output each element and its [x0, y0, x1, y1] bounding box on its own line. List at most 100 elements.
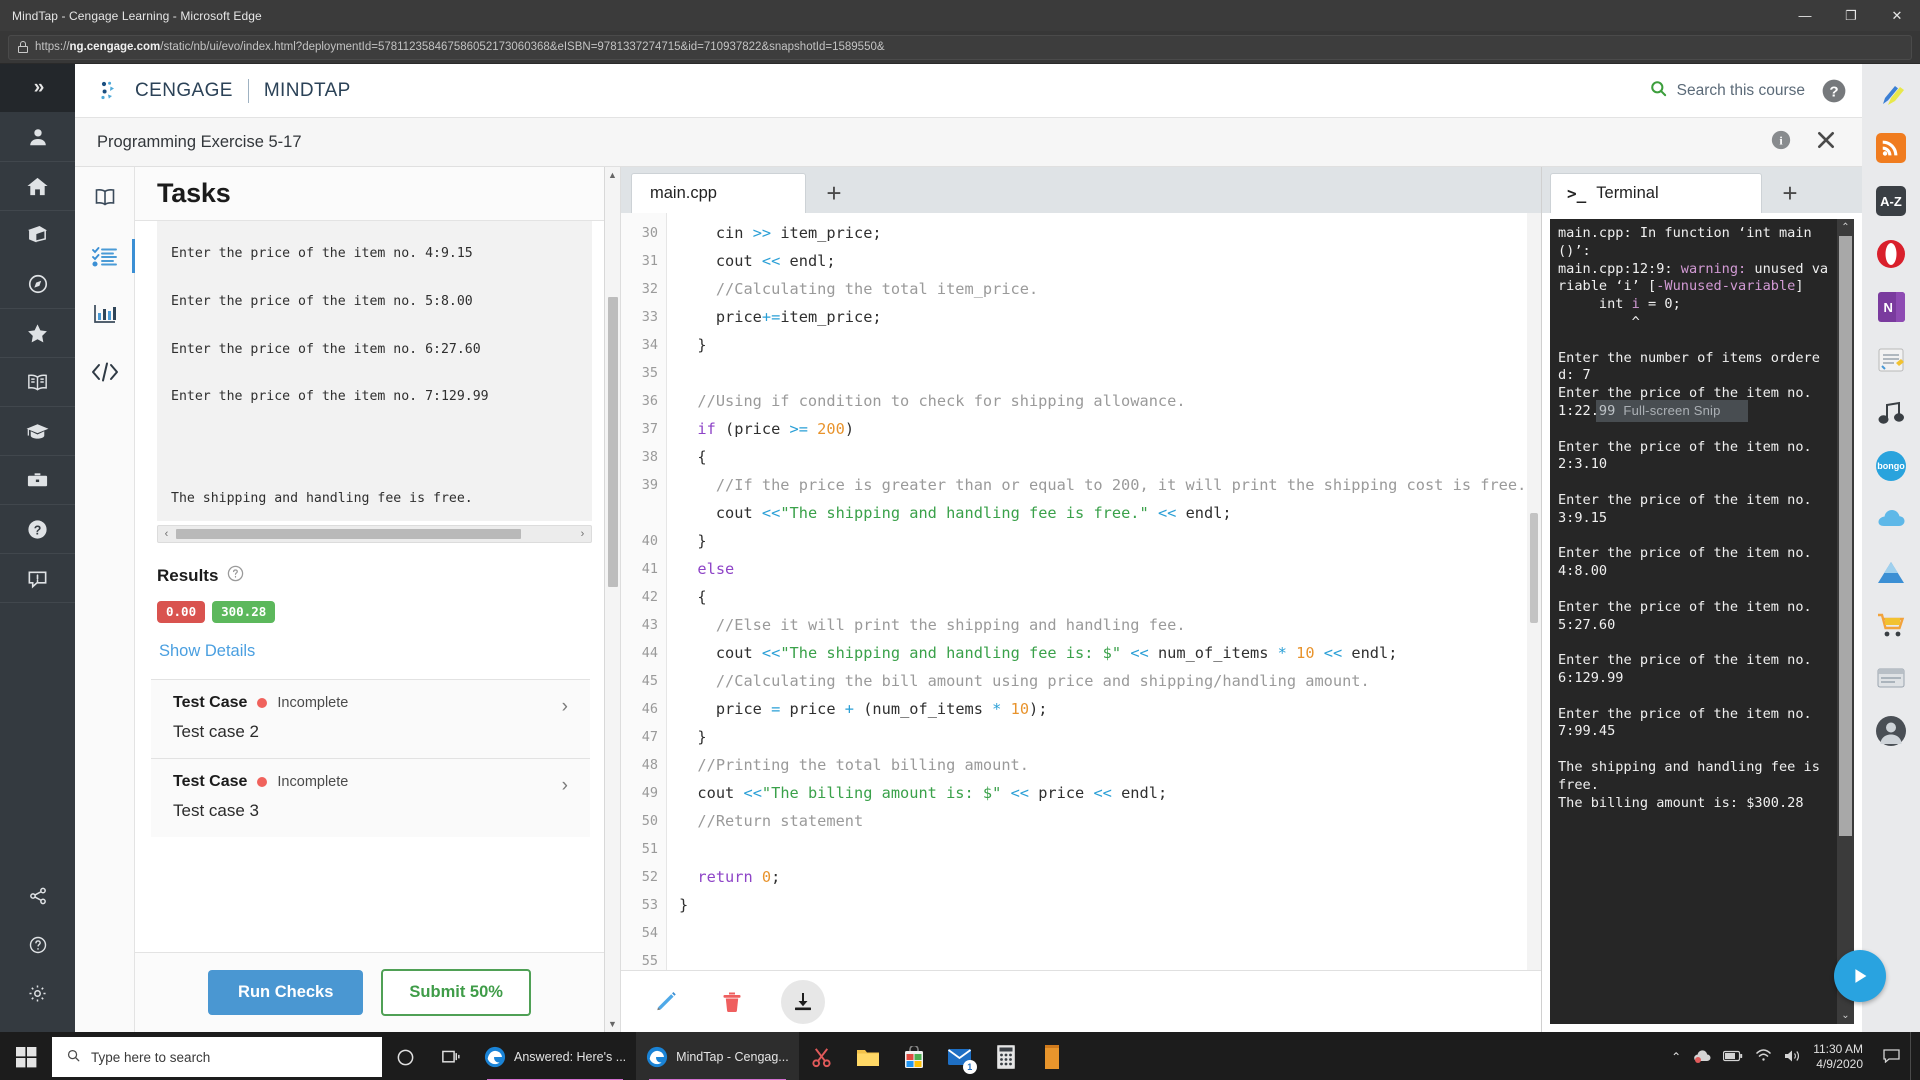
- rail-item-account[interactable]: [0, 112, 75, 161]
- scrollbar-thumb[interactable]: [176, 529, 521, 539]
- scroll-down-arrow[interactable]: ▼: [605, 1016, 621, 1032]
- strip-button-code[interactable]: [86, 355, 124, 389]
- code-line[interactable]: [679, 919, 1527, 947]
- strip-button-read[interactable]: [86, 181, 124, 215]
- code-content[interactable]: cin >> item_price; cout << endl; //Calcu…: [667, 213, 1527, 970]
- mail-icon[interactable]: 1: [937, 1032, 983, 1080]
- scroll-left-arrow[interactable]: ‹: [158, 528, 175, 540]
- terminal-tab[interactable]: >_ Terminal: [1550, 173, 1762, 213]
- code-line[interactable]: //If the price is greater than or equal …: [679, 471, 1527, 499]
- store-icon[interactable]: [891, 1032, 937, 1080]
- question-circle-icon[interactable]: [227, 565, 244, 587]
- header-help-button[interactable]: ?: [1805, 64, 1862, 118]
- rail-item-course[interactable]: [0, 210, 75, 259]
- rail-item-home[interactable]: [0, 161, 75, 210]
- code-line[interactable]: else: [679, 555, 1527, 583]
- rail-item-favorites[interactable]: [0, 308, 75, 357]
- code-line[interactable]: price = price + (num_of_items * 10);: [679, 695, 1527, 723]
- expand-nav-button[interactable]: »: [0, 64, 75, 112]
- rail-item-career[interactable]: [0, 455, 75, 504]
- console-horizontal-scrollbar[interactable]: ‹ ›: [157, 525, 592, 543]
- code-line[interactable]: price+=item_price;: [679, 303, 1527, 331]
- scroll-up-arrow[interactable]: ▲: [605, 167, 621, 183]
- rail-item-grades[interactable]: [0, 406, 75, 455]
- search-course-button[interactable]: Search this course: [1649, 79, 1805, 103]
- scrollbar-thumb[interactable]: [608, 297, 618, 587]
- onenote-icon[interactable]: N: [1870, 286, 1912, 328]
- code-line[interactable]: [679, 835, 1527, 863]
- taskbar-clock[interactable]: 11:30 AM 4/9/2020: [1813, 1042, 1871, 1072]
- maximize-button[interactable]: ❐: [1828, 0, 1874, 31]
- taskbar-search-input[interactable]: Type here to search: [52, 1037, 382, 1077]
- rail-item-share[interactable]: [0, 871, 75, 920]
- close-x-icon[interactable]: [1816, 130, 1836, 155]
- show-details-link[interactable]: Show Details: [157, 642, 604, 661]
- shopping-cart-icon[interactable]: [1870, 604, 1912, 646]
- rail-item-support[interactable]: [0, 920, 75, 969]
- code-line[interactable]: }: [679, 331, 1527, 359]
- rail-item-settings[interactable]: [0, 969, 75, 1018]
- rail-item-reader[interactable]: [0, 357, 75, 406]
- wifi-icon[interactable]: [1755, 1049, 1772, 1065]
- code-line[interactable]: cout <<"The shipping and handling fee is…: [679, 639, 1527, 667]
- code-line[interactable]: cout <<"The shipping and handling fee is…: [679, 499, 1527, 527]
- code-line[interactable]: //Else it will print the shipping and ha…: [679, 611, 1527, 639]
- add-terminal-tab-button[interactable]: +: [1762, 173, 1818, 213]
- rss-icon[interactable]: [1870, 127, 1912, 169]
- code-line[interactable]: [679, 359, 1527, 387]
- folder-icon[interactable]: [845, 1032, 891, 1080]
- download-icon[interactable]: [781, 979, 825, 1024]
- code-line[interactable]: }: [679, 723, 1527, 751]
- notepad-icon[interactable]: [1029, 1032, 1075, 1080]
- pencil-icon[interactable]: [649, 985, 683, 1019]
- terminal-output[interactable]: main.cpp: In function ‘int main()’: main…: [1550, 219, 1837, 1024]
- scroll-down-arrow[interactable]: ⌄: [1841, 1007, 1849, 1024]
- window-icon[interactable]: [1870, 657, 1912, 699]
- trash-icon[interactable]: [715, 985, 749, 1019]
- code-line[interactable]: //Return statement: [679, 807, 1527, 835]
- notification-center-icon[interactable]: [1883, 1048, 1900, 1066]
- code-line[interactable]: cout <<"The billing amount is: $" << pri…: [679, 779, 1527, 807]
- az-sort-icon[interactable]: A-Z: [1870, 180, 1912, 222]
- taskbar-app-edge-1[interactable]: Answered: Here's ...: [474, 1032, 636, 1080]
- minimize-button[interactable]: —: [1782, 0, 1828, 31]
- opera-icon[interactable]: [1870, 233, 1912, 275]
- chevron-right-icon[interactable]: ›: [562, 696, 568, 718]
- strip-button-progress[interactable]: [86, 297, 124, 331]
- close-window-button[interactable]: ✕: [1874, 0, 1920, 31]
- code-line[interactable]: //Printing the total billing amount.: [679, 751, 1527, 779]
- info-circle-icon[interactable]: i: [1770, 129, 1792, 156]
- scroll-up-arrow[interactable]: ⌃: [1841, 219, 1849, 236]
- code-line[interactable]: //Using if condition to check for shippi…: [679, 387, 1527, 415]
- editor-vertical-scrollbar[interactable]: [1527, 213, 1541, 970]
- windows-start-icon[interactable]: [0, 1032, 52, 1080]
- code-line[interactable]: if (price >= 200): [679, 415, 1527, 443]
- task-view-icon[interactable]: [428, 1032, 474, 1080]
- battery-icon[interactable]: [1723, 1050, 1743, 1065]
- cloud-icon[interactable]: [1870, 498, 1912, 540]
- drive-icon[interactable]: [1870, 551, 1912, 593]
- user-avatar-icon[interactable]: [1870, 710, 1912, 752]
- code-line[interactable]: {: [679, 443, 1527, 471]
- snipping-tool-icon[interactable]: [799, 1032, 845, 1080]
- test-case-row[interactable]: Test Case Incomplete Test case 2 ›: [151, 679, 590, 758]
- rail-item-feedback[interactable]: [0, 553, 75, 602]
- scrollbar-thumb[interactable]: [1530, 513, 1538, 623]
- pen-highlighter-icon[interactable]: [1870, 74, 1912, 116]
- code-line[interactable]: {: [679, 583, 1527, 611]
- code-line[interactable]: }: [679, 527, 1527, 555]
- strip-button-tasks[interactable]: [86, 239, 135, 273]
- tasks-vertical-scrollbar[interactable]: ▲ ▼: [605, 167, 621, 1032]
- bongo-icon[interactable]: bongo: [1870, 445, 1912, 487]
- add-file-tab-button[interactable]: +: [806, 173, 862, 213]
- chevron-right-icon[interactable]: ›: [562, 775, 568, 797]
- code-line[interactable]: //Calculating the total item_price.: [679, 275, 1527, 303]
- scroll-right-arrow[interactable]: ›: [574, 528, 591, 540]
- sticky-note-icon[interactable]: [1870, 339, 1912, 381]
- editor-tab-main-cpp[interactable]: main.cpp: [631, 173, 806, 213]
- submit-button[interactable]: Submit 50%: [381, 969, 531, 1016]
- tray-chevron-icon[interactable]: ⌃: [1671, 1050, 1681, 1064]
- cortana-circle-icon[interactable]: [382, 1032, 428, 1080]
- code-line[interactable]: }: [679, 891, 1527, 919]
- code-line[interactable]: //Calculating the bill amount using pric…: [679, 667, 1527, 695]
